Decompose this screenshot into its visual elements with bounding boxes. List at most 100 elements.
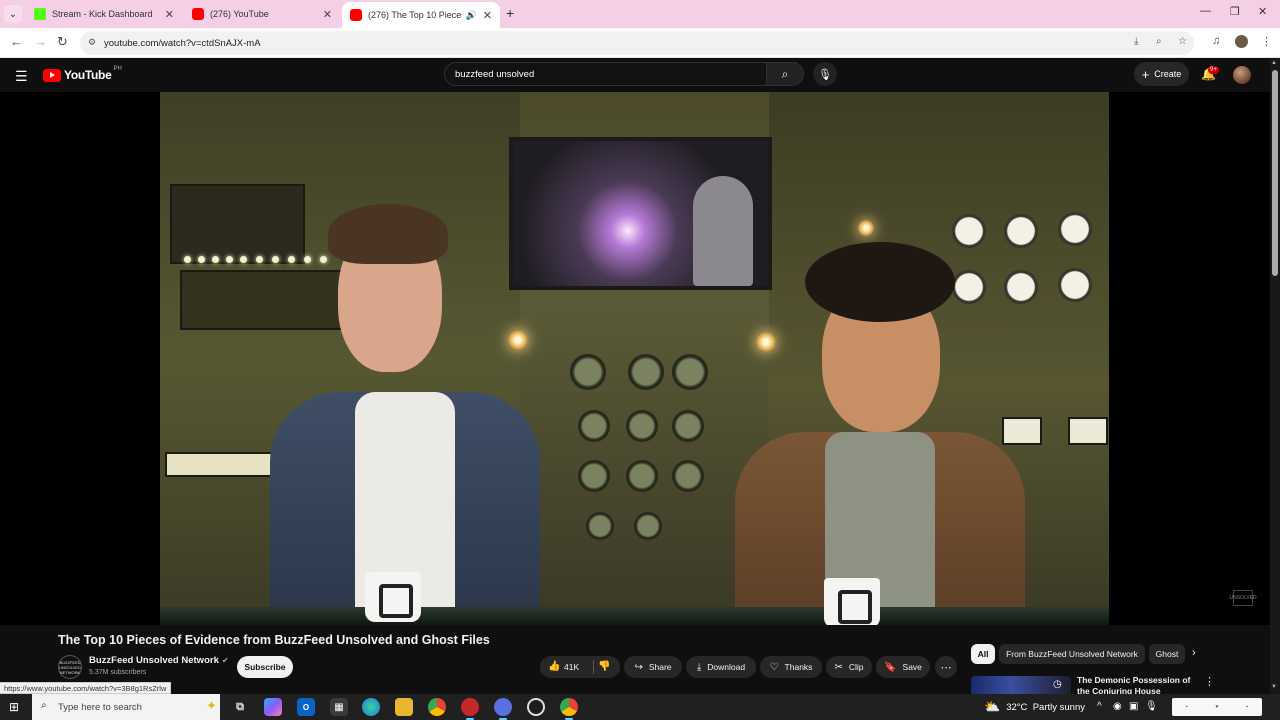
video-player[interactable] bbox=[160, 92, 1109, 625]
search-input[interactable]: buzzfeed unsolved bbox=[444, 62, 767, 86]
account-avatar[interactable] bbox=[1233, 66, 1251, 84]
tab-kick-dashboard[interactable]: Stream - Kick Dashboard ✕ bbox=[26, 2, 182, 26]
related-menu-icon[interactable]: ⋮ bbox=[1204, 675, 1215, 688]
outlook-icon[interactable]: O bbox=[297, 698, 315, 716]
new-tab-icon[interactable]: + bbox=[506, 5, 514, 21]
browser-profile-avatar[interactable] bbox=[1235, 35, 1248, 48]
chevron-right-icon[interactable]: › bbox=[1192, 647, 1196, 659]
youtube-logo[interactable]: YouTube PH bbox=[43, 66, 122, 82]
task-view-icon[interactable]: ⧉ bbox=[231, 698, 249, 716]
scrollbar-thumb[interactable] bbox=[1272, 70, 1278, 276]
channel-watermark[interactable]: UNSOLVED bbox=[1229, 590, 1257, 606]
forward-icon[interactable]: → bbox=[34, 34, 47, 49]
equipment-panel bbox=[180, 270, 350, 330]
gauge bbox=[1004, 214, 1038, 248]
screen: ⌄ Stream - Kick Dashboard ✕ (276) YouTub… bbox=[0, 0, 1280, 720]
bookmark-star-icon[interactable]: ☆ bbox=[1178, 36, 1187, 47]
site-info-icon[interactable]: ⚙ bbox=[88, 37, 96, 48]
chip-ghost[interactable]: Ghost bbox=[1149, 644, 1185, 664]
monitor-figure bbox=[693, 176, 753, 286]
tab-youtube-home[interactable]: (276) YouTube ✕ bbox=[184, 2, 340, 26]
gauge bbox=[626, 460, 658, 492]
youtube-header: ☰ YouTube PH buzzfeed unsolved ⌕ 🎙 + Cre… bbox=[0, 58, 1270, 92]
tab-search-chevron-icon[interactable]: ⌄ bbox=[4, 5, 22, 23]
menu-icon[interactable]: ☰ bbox=[15, 68, 28, 85]
subscribe-button[interactable]: Subscribe bbox=[237, 656, 293, 678]
address-bar[interactable]: ⚙ youtube.com/watch?v=ctdSnAJX-mA ⤓ ⌕ ☆ bbox=[80, 31, 1194, 55]
more-actions-button[interactable]: ⋯ bbox=[935, 656, 957, 678]
thanks-button[interactable]: ♡ Thanks bbox=[760, 656, 822, 678]
reload-icon[interactable]: ↻ bbox=[57, 34, 68, 50]
kick-icon bbox=[34, 8, 46, 20]
tray-thumb-mark: ▪ bbox=[1246, 704, 1249, 710]
gauge bbox=[1004, 270, 1038, 304]
taskbar-search[interactable]: ⌕ Type here to search ✦ bbox=[32, 694, 220, 720]
gauge bbox=[578, 460, 610, 492]
obs-icon[interactable] bbox=[527, 698, 545, 716]
tab-title: (276) YouTube bbox=[210, 9, 269, 19]
tray-chevron-icon[interactable]: ^ bbox=[1097, 701, 1102, 712]
chip-all[interactable]: All bbox=[971, 644, 995, 664]
share-label: Share bbox=[648, 662, 672, 672]
download-button[interactable]: ⤓ Download bbox=[686, 656, 756, 678]
channel-name[interactable]: BuzzFeed Unsolved Network ✔ bbox=[89, 655, 229, 666]
like-count[interactable]: 41K bbox=[564, 662, 579, 672]
gauge bbox=[570, 354, 606, 390]
restore-icon[interactable]: ❐ bbox=[1230, 5, 1240, 18]
store-icon[interactable]: ▦ bbox=[330, 698, 348, 716]
install-app-icon[interactable]: ⤓ bbox=[1134, 36, 1138, 47]
search-button[interactable]: ⌕ bbox=[767, 62, 804, 86]
gauge bbox=[1058, 212, 1092, 246]
country-code: PH bbox=[113, 66, 122, 72]
indicator-light bbox=[212, 256, 219, 263]
browser-menu-icon[interactable]: ⋮ bbox=[1261, 35, 1272, 48]
tray-monitor-icon[interactable]: ▣ bbox=[1129, 701, 1138, 712]
like-icon[interactable]: 👍 bbox=[548, 661, 560, 672]
youtube-icon bbox=[350, 9, 362, 21]
label-panel bbox=[1002, 417, 1042, 445]
copilot-icon[interactable] bbox=[264, 698, 282, 716]
close-icon[interactable]: ✕ bbox=[483, 9, 492, 22]
tray-app-icon[interactable]: ◉ bbox=[1113, 701, 1122, 712]
save-button[interactable]: 🔖 Save bbox=[876, 656, 930, 678]
wall-monitor bbox=[509, 137, 772, 290]
close-icon[interactable]: ✕ bbox=[165, 8, 174, 21]
close-icon[interactable]: ✕ bbox=[323, 8, 332, 21]
related-thumbnail[interactable]: ◷ bbox=[971, 676, 1071, 694]
back-icon[interactable]: ← bbox=[10, 34, 23, 49]
weather-widget[interactable]: ⛅ 32°C Partly sunny bbox=[984, 694, 1085, 720]
tab-title: Stream - Kick Dashboard bbox=[52, 9, 153, 19]
tray-thumb-mark: ▪ bbox=[1185, 704, 1188, 710]
watch-later-icon[interactable]: ◷ bbox=[1053, 679, 1062, 690]
discord-icon[interactable] bbox=[494, 698, 512, 720]
speaker-icon[interactable]: 🔊 bbox=[466, 10, 477, 21]
file-explorer-icon[interactable] bbox=[395, 698, 413, 716]
video-title: The Top 10 Pieces of Evidence from BuzzF… bbox=[58, 633, 490, 647]
window-close-icon[interactable]: ✕ bbox=[1258, 5, 1267, 18]
dislike-icon[interactable]: 👎 bbox=[598, 661, 610, 672]
app-icon-red[interactable] bbox=[461, 698, 479, 720]
lamp bbox=[756, 332, 776, 352]
share-icon: ↪ bbox=[634, 661, 643, 673]
create-button[interactable]: + Create bbox=[1134, 62, 1189, 86]
tray-microphone-icon[interactable]: 🎙 bbox=[1145, 701, 1158, 712]
clip-button[interactable]: ✂ Clip bbox=[826, 656, 872, 678]
edge-icon[interactable] bbox=[362, 698, 380, 716]
save-label: Save bbox=[902, 662, 922, 672]
share-button[interactable]: ↪ Share bbox=[624, 656, 682, 678]
media-control-icon[interactable]: ♫ bbox=[1212, 35, 1220, 47]
chip-from-channel[interactable]: From BuzzFeed Unsolved Network bbox=[999, 644, 1145, 664]
scroll-up-icon[interactable]: ▲ bbox=[1271, 60, 1277, 66]
chrome-icon[interactable] bbox=[428, 698, 446, 716]
tab-current-video[interactable]: (276) The Top 10 Pieces of 🔊 ✕ bbox=[342, 2, 500, 28]
mug bbox=[365, 572, 421, 622]
save-icon: 🔖 bbox=[884, 661, 897, 673]
lamp bbox=[858, 220, 874, 236]
zoom-icon[interactable]: ⌕ bbox=[1156, 36, 1162, 47]
voice-search-button[interactable]: 🎙 bbox=[813, 62, 837, 86]
minimize-icon[interactable]: — bbox=[1200, 5, 1211, 17]
scroll-down-icon[interactable]: ▼ bbox=[1271, 684, 1277, 690]
windows-start-icon[interactable]: ⊞ bbox=[9, 700, 19, 714]
channel-avatar[interactable]: BUZZFEED UNSOLVED NETWORK bbox=[58, 655, 82, 679]
chrome-active-icon[interactable] bbox=[560, 698, 578, 720]
